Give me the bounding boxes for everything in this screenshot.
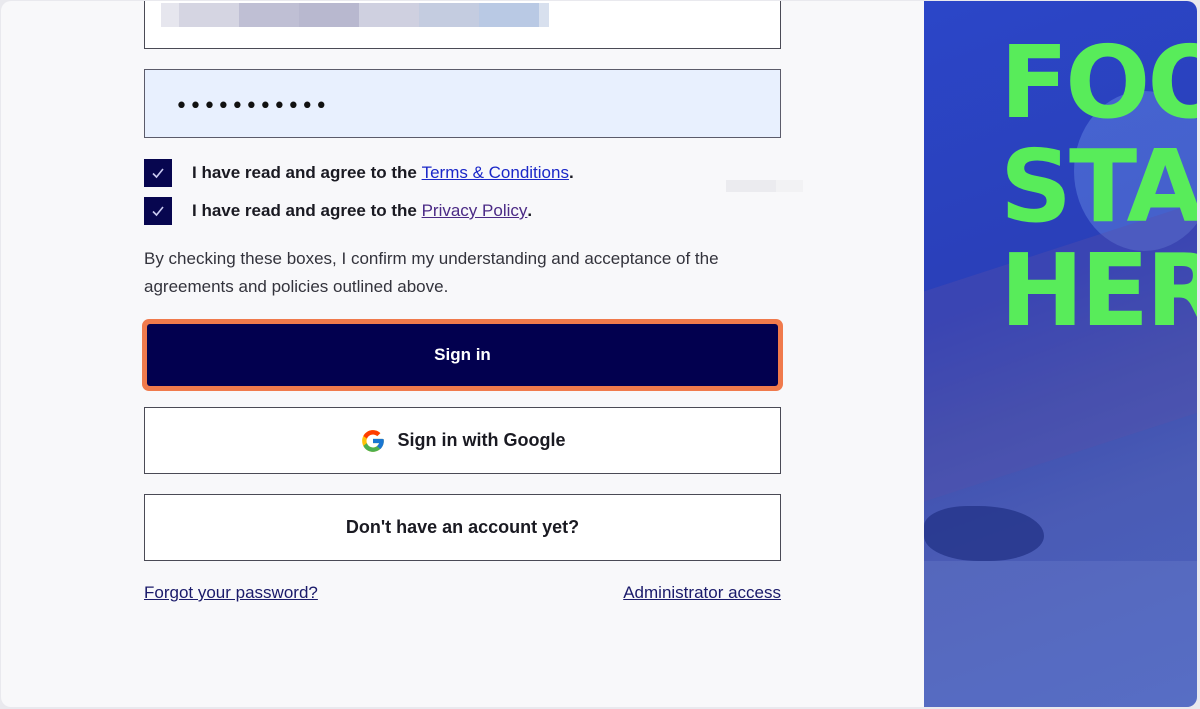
- google-sign-in-button[interactable]: Sign in with Google: [144, 407, 781, 474]
- hero-line-3: HERE: [1000, 232, 1197, 349]
- password-mask: •••••••••••: [175, 94, 329, 119]
- terms-row: I have read and agree to the Terms & Con…: [144, 159, 574, 187]
- google-sign-in-label: Sign in with Google: [397, 430, 566, 450]
- privacy-label: I have read and agree to the Privacy Pol…: [192, 201, 533, 220]
- hero-line-2: STAR: [1000, 128, 1197, 245]
- check-icon: [152, 168, 164, 179]
- hero-headline: FOOT STAR HERE: [1000, 31, 1197, 343]
- google-icon: [361, 429, 384, 452]
- privacy-row: I have read and agree to the Privacy Pol…: [144, 197, 532, 225]
- login-window: ••••••••••• I have read and agree to the…: [1, 1, 1197, 707]
- password-field[interactable]: •••••••••••: [144, 69, 781, 138]
- sign-in-button[interactable]: Sign in: [142, 319, 783, 391]
- terms-checkbox[interactable]: [144, 159, 172, 187]
- faint-placeholder: [726, 180, 803, 192]
- privacy-link[interactable]: Privacy Policy: [422, 201, 528, 220]
- create-account-label: Don't have an account yet?: [345, 517, 580, 537]
- hero-line-1: FOOT: [1000, 24, 1197, 141]
- terms-link[interactable]: Terms & Conditions: [422, 163, 569, 182]
- email-field[interactable]: [144, 1, 781, 49]
- hero-background-shadow: [924, 506, 1044, 561]
- terms-label: I have read and agree to the Terms & Con…: [192, 163, 574, 182]
- consent-text: By checking these boxes, I confirm my un…: [144, 249, 719, 296]
- create-account-button[interactable]: Don't have an account yet?: [144, 494, 781, 561]
- check-icon: [152, 206, 164, 217]
- privacy-checkbox[interactable]: [144, 197, 172, 225]
- sign-in-label: Sign in: [147, 324, 778, 386]
- administrator-access-link[interactable]: Administrator access: [623, 583, 781, 603]
- email-redacted-value: [161, 3, 549, 27]
- hero-background-ground: [924, 561, 1197, 707]
- forgot-password-link[interactable]: Forgot your password?: [144, 583, 318, 603]
- hero-panel: FOOT STAR HERE: [924, 1, 1197, 707]
